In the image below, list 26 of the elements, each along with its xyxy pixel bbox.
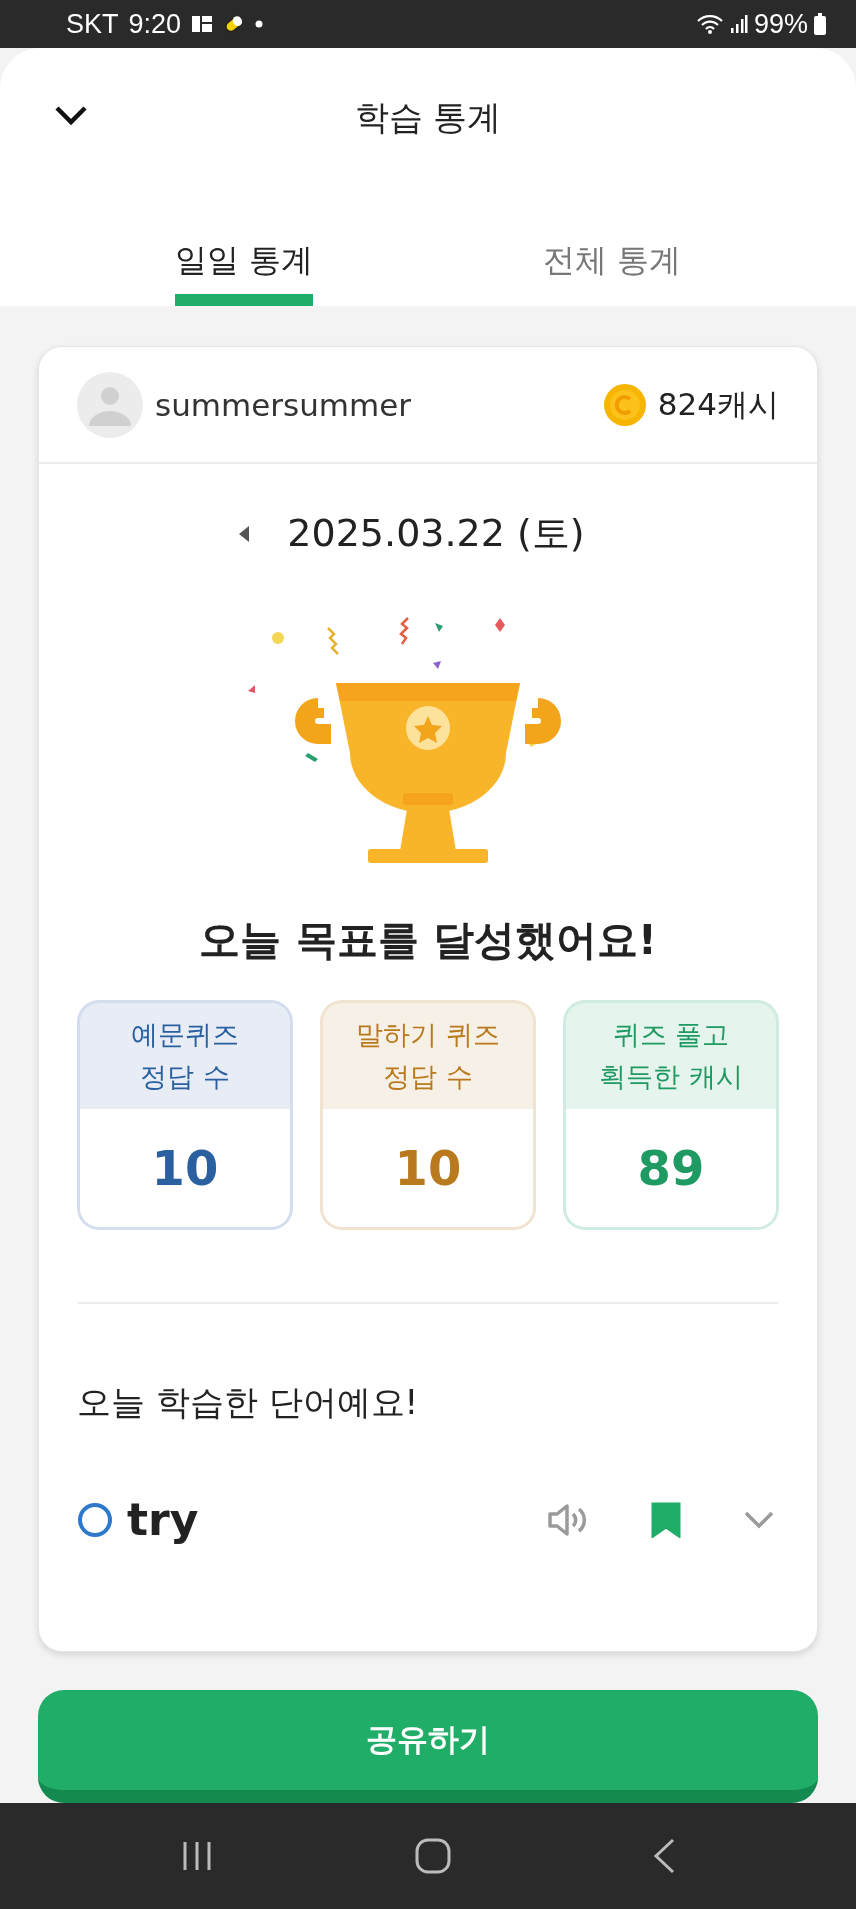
clock-text: 9:20 [128, 8, 182, 40]
date-label: 2025.03.22 (토) [287, 510, 585, 558]
stat-label: 말하기 퀴즈 정답 수 [355, 1018, 501, 1095]
tab[interactable]: 전체 통계 [542, 178, 682, 307]
username: summersummer [155, 386, 413, 423]
word-text: try [127, 1494, 200, 1546]
signal-icon [729, 14, 748, 35]
dot-icon [255, 20, 264, 29]
stat-value: 10 [80, 1109, 290, 1228]
section-heading: 오늘 학습한 단어예요! [77, 1381, 419, 1425]
notification-icon [191, 14, 214, 35]
tab[interactable]: 일일 통계 [174, 178, 314, 307]
goal-achieved-heading: 오늘 목표를 달성했어요! [199, 915, 657, 967]
stat-label: 퀴즈 풀고 획득한 캐시 [598, 1018, 744, 1095]
share-button[interactable]: 공유하기 [38, 1690, 818, 1804]
battery-icon [814, 13, 826, 36]
page-title: 학습 통계 [354, 96, 502, 140]
stat-value: 10 [323, 1109, 533, 1228]
battery-percent: 99% [753, 8, 808, 40]
cash-amount: 824캐시 [657, 384, 779, 424]
carrier-text: SKT [66, 8, 119, 40]
coin-icon [603, 383, 646, 426]
stat-label: 예문퀴즈 정답 수 [130, 1018, 240, 1095]
stat-value: 89 [566, 1109, 776, 1228]
avatar-icon [77, 371, 143, 438]
wifi-icon [695, 13, 724, 36]
